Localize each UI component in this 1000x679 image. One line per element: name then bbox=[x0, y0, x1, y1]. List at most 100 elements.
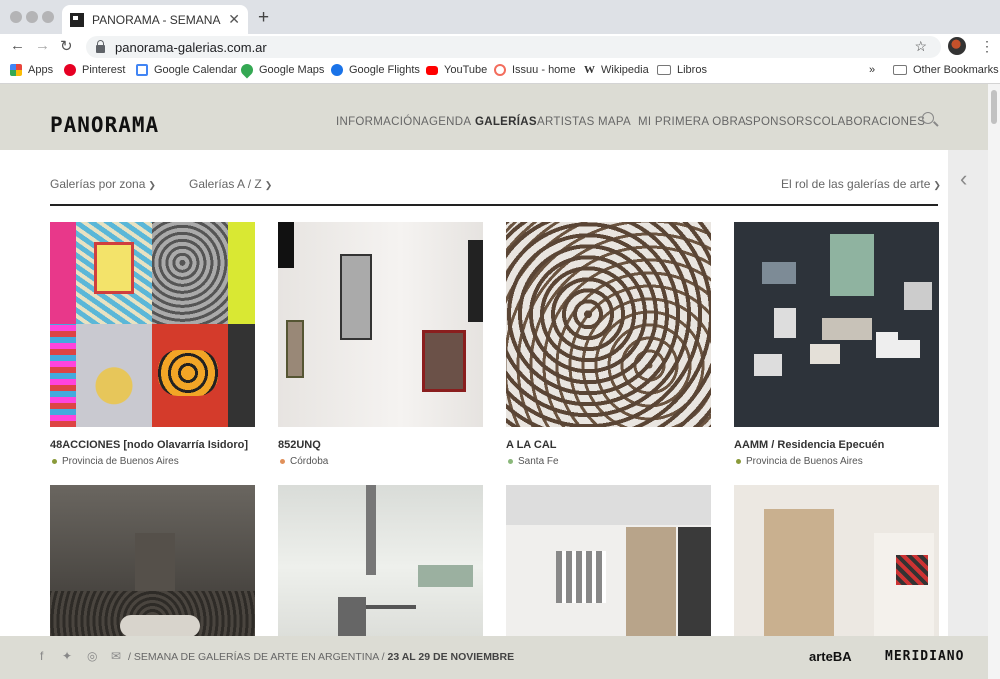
gallery-image[interactable] bbox=[734, 485, 939, 636]
more-bookmarks-label: » bbox=[869, 64, 876, 76]
other-bookmarks[interactable]: Other Bookmarks bbox=[893, 64, 999, 76]
bookmark-libros[interactable]: Libros bbox=[657, 64, 707, 76]
issuu-icon bbox=[494, 64, 506, 76]
bookmark-label: Issuu - home bbox=[512, 64, 576, 76]
gallery-image[interactable] bbox=[506, 222, 711, 427]
gallery-image[interactable] bbox=[50, 485, 255, 636]
lock-icon bbox=[96, 40, 105, 53]
twitter-icon[interactable]: ✦ bbox=[62, 649, 72, 663]
filter-zona-dropdown[interactable]: Galerías por zona ❯ bbox=[50, 177, 156, 191]
filter-rol-label: El rol de las galerías de arte bbox=[781, 177, 931, 191]
mail-icon[interactable]: ✉ bbox=[111, 649, 121, 663]
bookmark-youtube[interactable]: YouTube bbox=[426, 64, 487, 76]
back-arrow-icon[interactable]: ← bbox=[10, 37, 25, 54]
bookmark-wikipedia[interactable]: W Wikipedia bbox=[584, 64, 649, 76]
zone-dot bbox=[280, 459, 285, 464]
nav-mapa[interactable]: MAPA bbox=[598, 116, 631, 128]
facebook-icon[interactable]: f bbox=[40, 649, 43, 663]
footer-tagline: / SEMANA DE GALERÍAS DE ARTE EN ARGENTIN… bbox=[128, 651, 514, 663]
forward-arrow-icon[interactable]: → bbox=[35, 37, 50, 54]
bookmark-label: Other Bookmarks bbox=[913, 64, 999, 76]
bookmark-google-flights[interactable]: Google Flights bbox=[331, 64, 420, 76]
wikipedia-icon: W bbox=[584, 64, 595, 76]
apps-grid-icon bbox=[10, 64, 22, 76]
bookmark-issuu[interactable]: Issuu - home bbox=[494, 64, 576, 76]
filter-az-dropdown[interactable]: Galerías A / Z ❯ bbox=[189, 177, 272, 191]
filter-zona-label: Galerías por zona bbox=[50, 177, 146, 191]
gallery-zone: Provincia de Buenos Aires bbox=[736, 456, 863, 467]
bookmark-label: Google Calendar bbox=[154, 64, 238, 76]
bookmark-apps[interactable]: Apps bbox=[10, 64, 53, 76]
bookmark-label: Apps bbox=[28, 64, 54, 76]
gallery-card[interactable] bbox=[734, 222, 939, 427]
gallery-card[interactable] bbox=[278, 485, 483, 636]
reload-icon[interactable]: ↻ bbox=[60, 37, 73, 55]
gallery-zone: Provincia de Buenos Aires bbox=[52, 456, 179, 467]
search-icon[interactable] bbox=[922, 112, 934, 124]
minimize-window-button[interactable] bbox=[26, 11, 38, 23]
gallery-name[interactable]: 852UNQ bbox=[278, 439, 321, 451]
browser-tab[interactable]: PANORAMA - SEMANA DE GALERÍ ✕ bbox=[62, 5, 248, 34]
new-tab-icon[interactable]: + bbox=[258, 7, 269, 29]
tab-title: PANORAMA - SEMANA DE GALERÍ bbox=[92, 12, 222, 27]
site-logo[interactable]: PANORAMA bbox=[50, 113, 159, 137]
filter-rol-dropdown[interactable]: El rol de las galerías de arte ❯ bbox=[781, 177, 941, 191]
gallery-card[interactable] bbox=[734, 485, 939, 636]
nav-sponsors[interactable]: SPONSORS bbox=[745, 116, 813, 128]
nav-colaboraciones[interactable]: COLABORACIONES bbox=[813, 116, 925, 128]
gallery-card[interactable] bbox=[50, 485, 255, 636]
nav-galerias[interactable]: GALERÍAS bbox=[475, 116, 537, 128]
bookmark-label: Google Flights bbox=[349, 64, 420, 76]
gallery-card[interactable] bbox=[506, 222, 711, 427]
zoom-window-button[interactable] bbox=[42, 11, 54, 23]
nav-informacion[interactable]: INFORMACIÓN bbox=[336, 116, 421, 128]
chevron-down-icon: ❯ bbox=[264, 180, 273, 190]
bookmark-label: YouTube bbox=[444, 64, 488, 76]
page-scrollbar[interactable] bbox=[988, 84, 1000, 679]
zone-label: Santa Fe bbox=[518, 456, 559, 467]
gallery-image[interactable] bbox=[734, 222, 939, 427]
meridiano-logo[interactable]: MERIDIANO bbox=[885, 649, 964, 664]
nav-artistas[interactable]: ARTISTAS bbox=[537, 116, 595, 128]
bookmark-pinterest[interactable]: Pinterest bbox=[64, 64, 125, 76]
gallery-image[interactable] bbox=[50, 222, 255, 427]
chevron-down-icon: ❯ bbox=[933, 180, 941, 190]
close-window-button[interactable] bbox=[10, 11, 22, 23]
gallery-card[interactable] bbox=[506, 485, 711, 636]
bookmark-google-calendar[interactable]: Google Calendar bbox=[136, 64, 237, 76]
bookmark-star-icon[interactable]: ☆ bbox=[914, 38, 927, 55]
address-bar[interactable]: panorama-galerias.com.ar ☆ bbox=[86, 36, 941, 58]
close-tab-icon[interactable]: ✕ bbox=[228, 11, 240, 28]
gallery-name[interactable]: AAMM / Residencia Epecuén bbox=[734, 439, 884, 451]
youtube-icon bbox=[426, 65, 438, 75]
gallery-image[interactable] bbox=[278, 222, 483, 427]
gallery-image[interactable] bbox=[506, 485, 711, 636]
nav-mi-primera-obra[interactable]: MI PRIMERA OBRA bbox=[638, 116, 746, 128]
bookmark-label: Libros bbox=[677, 64, 707, 76]
bookmarks-bar: Apps Pinterest Google Calendar Google Ma… bbox=[0, 60, 1000, 84]
profile-avatar[interactable] bbox=[948, 37, 966, 55]
zone-label: Córdoba bbox=[290, 456, 329, 467]
zone-dot bbox=[52, 459, 57, 464]
zone-dot bbox=[736, 459, 741, 464]
side-panel-toggle[interactable]: ‹ bbox=[948, 150, 988, 636]
site-favicon-icon bbox=[70, 12, 84, 27]
more-bookmarks-icon[interactable]: » bbox=[869, 64, 875, 76]
folder-icon bbox=[893, 65, 907, 75]
gallery-card[interactable] bbox=[50, 222, 255, 427]
browser-menu-icon[interactable]: ⋮ bbox=[980, 38, 994, 55]
filter-az-label: Galerías A / Z bbox=[189, 177, 262, 191]
pinterest-icon bbox=[64, 64, 76, 76]
gallery-name[interactable]: A LA CAL bbox=[506, 439, 557, 451]
zone-label: Provincia de Buenos Aires bbox=[746, 456, 863, 467]
nav-agenda[interactable]: AGENDA bbox=[421, 116, 471, 128]
gallery-zone: Santa Fe bbox=[508, 456, 559, 467]
zone-label: Provincia de Buenos Aires bbox=[62, 456, 179, 467]
gallery-name[interactable]: 48ACCIONES [nodo Olavarría Isidoro] bbox=[50, 439, 248, 451]
gallery-image[interactable] bbox=[278, 485, 483, 636]
arteba-logo[interactable]: arteBA bbox=[809, 649, 852, 664]
scrollbar-thumb[interactable] bbox=[991, 90, 997, 124]
gallery-card[interactable] bbox=[278, 222, 483, 427]
bookmark-google-maps[interactable]: Google Maps bbox=[238, 61, 324, 79]
instagram-icon[interactable]: ◎ bbox=[87, 649, 97, 663]
